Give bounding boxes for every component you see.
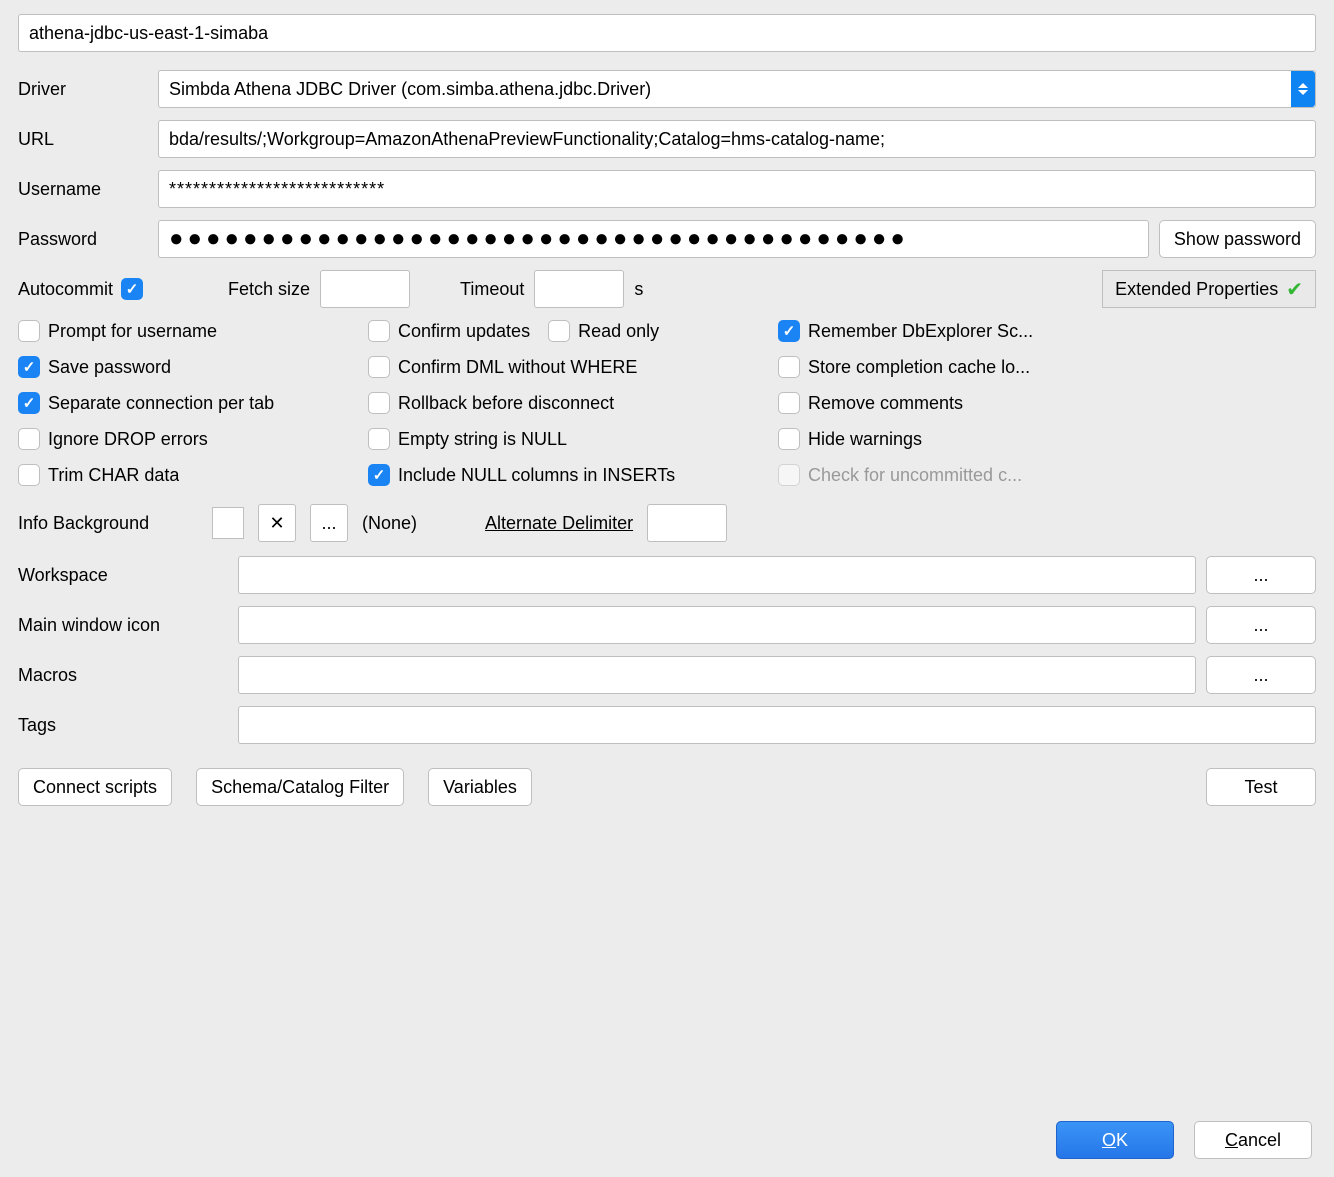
autocommit-label: Autocommit	[18, 279, 113, 300]
x-icon: ✕	[269, 513, 284, 534]
include-null-label: Include NULL columns in INSERTs	[398, 465, 675, 486]
ignore-drop-checkbox[interactable]	[18, 428, 40, 450]
remove-comments-label: Remove comments	[808, 393, 963, 414]
rollback-label: Rollback before disconnect	[398, 393, 614, 414]
ignore-drop-label: Ignore DROP errors	[48, 429, 208, 450]
confirm-updates-label: Confirm updates	[398, 321, 530, 342]
prompt-username-label: Prompt for username	[48, 321, 217, 342]
tags-label: Tags	[18, 715, 228, 736]
workspace-browse-button[interactable]: ...	[1206, 556, 1316, 594]
color-swatch[interactable]	[212, 507, 244, 539]
store-completion-label: Store completion cache lo...	[808, 357, 1030, 378]
pick-color-button[interactable]: ...	[310, 504, 348, 542]
separate-conn-label: Separate connection per tab	[48, 393, 274, 414]
separate-conn-checkbox[interactable]	[18, 392, 40, 414]
hide-warnings-label: Hide warnings	[808, 429, 922, 450]
check-uncommitted-checkbox	[778, 464, 800, 486]
timeout-unit: s	[634, 279, 643, 300]
driver-value: Simbda Athena JDBC Driver (com.simba.ath…	[169, 79, 651, 100]
url-input[interactable]	[158, 120, 1316, 158]
main-window-icon-input[interactable]	[238, 606, 1196, 644]
include-null-checkbox[interactable]	[368, 464, 390, 486]
prompt-username-checkbox[interactable]	[18, 320, 40, 342]
clear-color-button[interactable]: ✕	[258, 504, 296, 542]
connect-scripts-button[interactable]: Connect scripts	[18, 768, 172, 806]
driver-select[interactable]: Simbda Athena JDBC Driver (com.simba.ath…	[158, 70, 1316, 108]
remove-comments-checkbox[interactable]	[778, 392, 800, 414]
autocommit-checkbox[interactable]	[121, 278, 143, 300]
main-window-icon-browse-button[interactable]: ...	[1206, 606, 1316, 644]
show-password-button[interactable]: Show password	[1159, 220, 1316, 258]
remember-dbexplorer-checkbox[interactable]	[778, 320, 800, 342]
read-only-label: Read only	[578, 321, 659, 342]
fetchsize-label: Fetch size	[228, 279, 310, 300]
alternate-delimiter-input[interactable]	[647, 504, 727, 542]
alternate-delimiter-label[interactable]: Alternate Delimiter	[485, 513, 633, 534]
none-label: (None)	[362, 513, 417, 534]
main-window-icon-label: Main window icon	[18, 615, 228, 636]
timeout-label: Timeout	[460, 279, 524, 300]
timeout-input[interactable]	[534, 270, 624, 308]
macros-label: Macros	[18, 665, 228, 686]
driver-label: Driver	[18, 79, 148, 100]
check-uncommitted-label: Check for uncommitted c...	[808, 465, 1022, 486]
check-icon: ✔	[1286, 277, 1303, 302]
schema-catalog-filter-button[interactable]: Schema/Catalog Filter	[196, 768, 404, 806]
connection-name-input[interactable]	[18, 14, 1316, 52]
test-button[interactable]: Test	[1206, 768, 1316, 806]
select-arrows-icon	[1291, 71, 1315, 107]
read-only-checkbox[interactable]	[548, 320, 570, 342]
password-label: Password	[18, 229, 148, 250]
username-label: Username	[18, 179, 148, 200]
remember-dbexplorer-label: Remember DbExplorer Sc...	[808, 321, 1033, 342]
variables-button[interactable]: Variables	[428, 768, 532, 806]
store-completion-checkbox[interactable]	[778, 356, 800, 378]
workspace-input[interactable]	[238, 556, 1196, 594]
tags-input[interactable]	[238, 706, 1316, 744]
ok-button[interactable]: OK	[1056, 1121, 1174, 1159]
password-input[interactable]: ●●●●●●●●●●●●●●●●●●●●●●●●●●●●●●●●●●●●●●●●	[169, 234, 909, 244]
macros-browse-button[interactable]: ...	[1206, 656, 1316, 694]
save-password-label: Save password	[48, 357, 171, 378]
hide-warnings-checkbox[interactable]	[778, 428, 800, 450]
workspace-label: Workspace	[18, 565, 228, 586]
empty-null-label: Empty string is NULL	[398, 429, 567, 450]
save-password-checkbox[interactable]	[18, 356, 40, 378]
username-input[interactable]	[158, 170, 1316, 208]
extended-properties-button[interactable]: Extended Properties ✔	[1102, 270, 1316, 308]
confirm-updates-checkbox[interactable]	[368, 320, 390, 342]
macros-input[interactable]	[238, 656, 1196, 694]
cancel-button[interactable]: Cancel	[1194, 1121, 1312, 1159]
confirm-dml-label: Confirm DML without WHERE	[398, 357, 637, 378]
info-background-label: Info Background	[18, 513, 198, 534]
trim-char-checkbox[interactable]	[18, 464, 40, 486]
trim-char-label: Trim CHAR data	[48, 465, 179, 486]
url-label: URL	[18, 129, 148, 150]
confirm-dml-checkbox[interactable]	[368, 356, 390, 378]
empty-null-checkbox[interactable]	[368, 428, 390, 450]
fetchsize-input[interactable]	[320, 270, 410, 308]
rollback-checkbox[interactable]	[368, 392, 390, 414]
